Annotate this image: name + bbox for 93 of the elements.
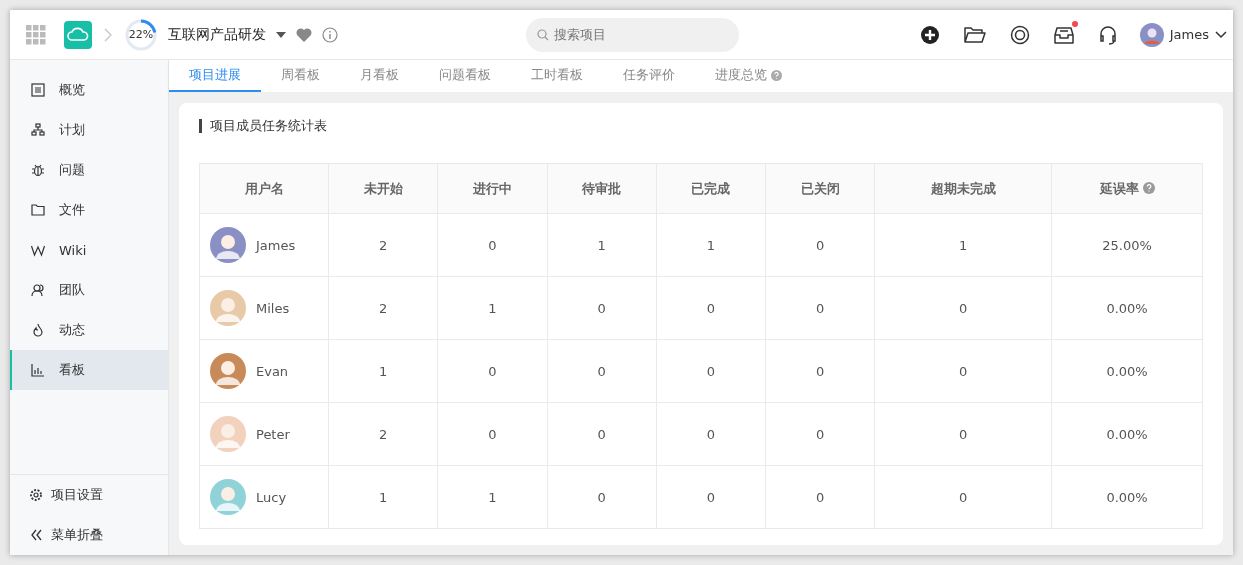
sidebar-item[interactable]: 文件 — [10, 190, 168, 230]
user-menu[interactable]: James — [1139, 22, 1227, 47]
column-header: 进行中 — [437, 163, 547, 214]
avatar — [210, 227, 246, 263]
table-cell: 0 — [874, 276, 1052, 340]
sitemap-icon — [31, 123, 45, 137]
sidebar-item[interactable]: 团队 — [10, 270, 168, 310]
column-header: 已关闭 — [765, 163, 875, 214]
table-cell: 0.00% — [1051, 276, 1203, 340]
avatar — [210, 416, 246, 452]
tab[interactable]: 问题看板 — [419, 60, 511, 92]
table-cell: 2 — [328, 213, 438, 277]
tab[interactable]: 周看板 — [261, 60, 340, 92]
wiki-icon — [31, 243, 45, 257]
sidebar-item[interactable]: 动态 — [10, 310, 168, 350]
table-cell: 1 — [656, 213, 766, 277]
collapse-menu-link[interactable]: 菜单折叠 — [10, 515, 168, 555]
table-cell: 1 — [437, 465, 547, 529]
tab[interactable]: 任务评价 — [603, 60, 695, 92]
user-name: James — [256, 237, 296, 253]
table-cell: 0 — [547, 276, 657, 340]
column-header: 延误率 — [1051, 163, 1203, 214]
folder-icon — [31, 203, 45, 217]
table-cell: 1 — [437, 276, 547, 340]
column-header: 已完成 — [656, 163, 766, 214]
heart-icon[interactable] — [296, 27, 312, 42]
column-header: 用户名 — [199, 163, 329, 214]
avatar — [1139, 22, 1164, 47]
table-cell: 0 — [437, 402, 547, 466]
user-name: Miles — [256, 300, 290, 316]
add-icon[interactable] — [919, 24, 940, 45]
table-cell: 0 — [656, 465, 766, 529]
table-cell: 0 — [547, 339, 657, 403]
table-cell: 0.00% — [1051, 339, 1203, 403]
table-cell: 1 — [328, 465, 438, 529]
project-name[interactable]: 互联网产品研发 — [168, 25, 266, 44]
flame-icon — [31, 323, 45, 337]
table-cell: 0 — [765, 213, 875, 277]
table-cell: 2 — [328, 276, 438, 340]
table-cell: 0 — [656, 339, 766, 403]
card-title: 项目成员任务统计表 — [199, 119, 1203, 133]
tab[interactable]: 进度总览 — [695, 60, 802, 92]
table-cell: 1 — [328, 339, 438, 403]
table-cell: 0 — [437, 213, 547, 277]
table-cell: 0.00% — [1051, 465, 1203, 529]
table-cell: 0 — [547, 465, 657, 529]
table-cell: 0 — [656, 276, 766, 340]
sidebar-item[interactable]: 计划 — [10, 110, 168, 150]
table-cell: 1 — [547, 213, 657, 277]
bar-chart-icon — [31, 363, 45, 377]
table-cell: 0 — [765, 339, 875, 403]
double-chevron-left-icon — [29, 528, 43, 542]
project-settings-link[interactable]: 项目设置 — [10, 475, 168, 515]
table-cell: 0 — [874, 402, 1052, 466]
caret-down-icon[interactable] — [276, 31, 286, 38]
avatar — [210, 479, 246, 515]
table-cell: 0 — [656, 402, 766, 466]
chevron-right-icon — [104, 27, 112, 42]
avatar — [210, 353, 246, 389]
tab[interactable]: 月看板 — [340, 60, 419, 92]
table-cell: 0 — [874, 465, 1052, 529]
progress-ring: 22% — [124, 17, 158, 52]
headset-icon[interactable] — [1097, 24, 1118, 45]
folder-icon[interactable] — [963, 25, 986, 44]
document-icon — [31, 83, 45, 97]
sidebar-item[interactable]: Wiki — [10, 230, 168, 270]
table-cell: 0.00% — [1051, 402, 1203, 466]
table-cell: 0 — [547, 402, 657, 466]
bug-icon — [31, 163, 45, 177]
user-name: Evan — [256, 363, 289, 379]
chevron-down-icon — [1215, 30, 1227, 39]
tab[interactable]: 工时看板 — [511, 60, 603, 92]
sidebar-item[interactable]: 概览 — [10, 70, 168, 110]
table-cell: 0 — [765, 276, 875, 340]
column-header: 未开始 — [328, 163, 438, 214]
table-cell: 0 — [437, 339, 547, 403]
inbox-icon[interactable] — [1053, 25, 1074, 44]
search-field[interactable]: 搜索项目 — [526, 17, 739, 52]
info-icon[interactable] — [322, 26, 338, 43]
team-icon — [31, 283, 45, 297]
table-cell: 0 — [874, 339, 1052, 403]
table-cell: 1 — [874, 213, 1052, 277]
sidebar-item[interactable]: 看板 — [10, 350, 168, 390]
table-cell: 0 — [765, 402, 875, 466]
column-header: 待审批 — [547, 163, 657, 214]
column-header: 超期未完成 — [874, 163, 1052, 214]
table-cell: 25.00% — [1051, 213, 1203, 277]
table-cell: 2 — [328, 402, 438, 466]
user-name: Peter — [256, 426, 290, 442]
table-cell: 0 — [765, 465, 875, 529]
user-name: Lucy — [256, 489, 287, 505]
avatar — [210, 290, 246, 326]
sidebar-item[interactable]: 问题 — [10, 150, 168, 190]
